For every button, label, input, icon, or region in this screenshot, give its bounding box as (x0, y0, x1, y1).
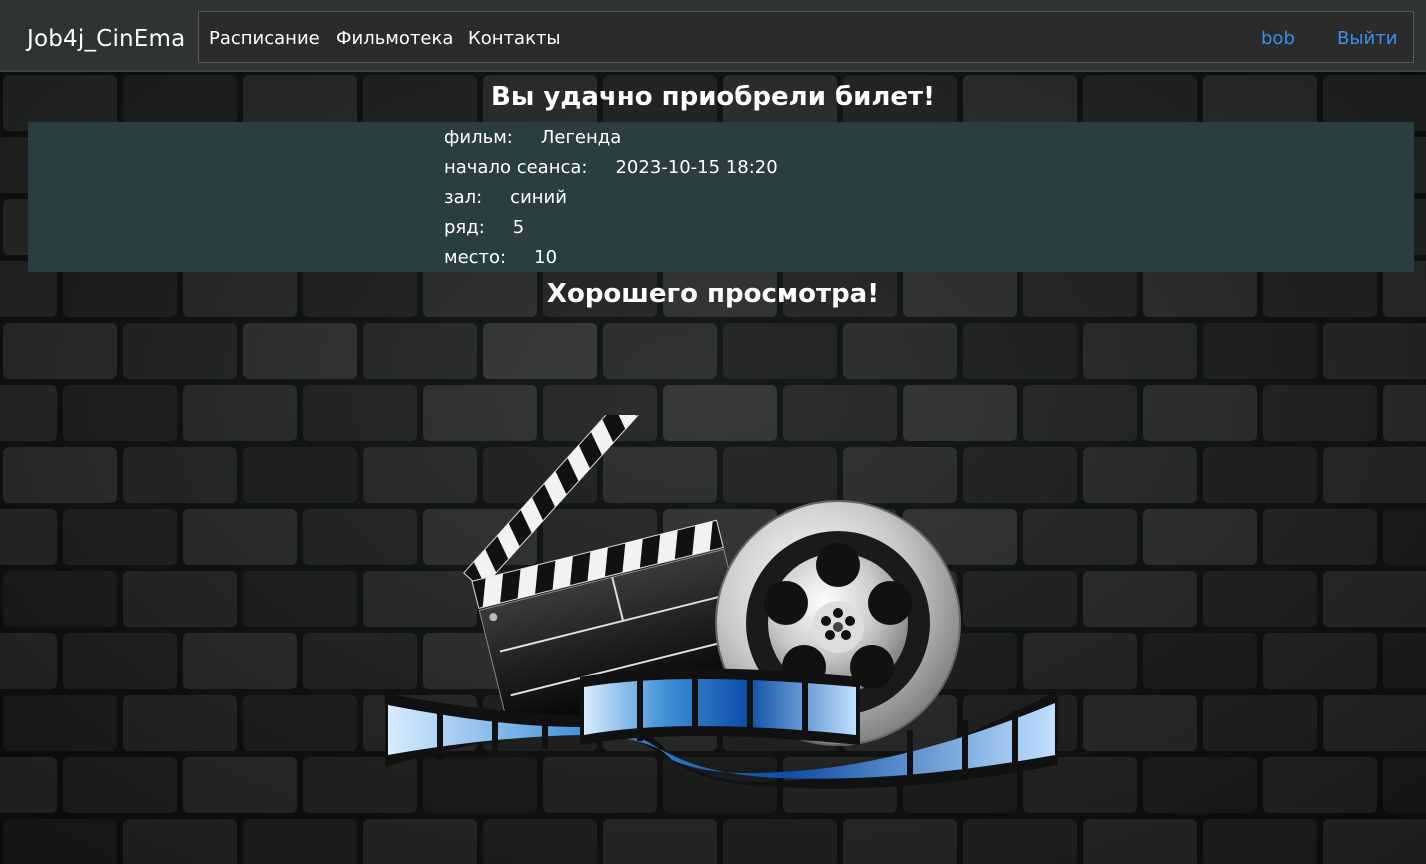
ticket-label-row: ряд: (444, 217, 485, 238)
ticket-label-film: фильм: (444, 127, 513, 148)
ticket-details-panel: фильм: Легенда начало сеанса: 2023-10-15 1… (28, 122, 1414, 272)
ticket-row-session-start: начало сеанса: 2023-10-15 18:20 (444, 153, 778, 183)
user-name-link[interactable]: bob (1261, 27, 1295, 51)
ticket-value-row: 5 (512, 217, 525, 238)
nav-menu: Расписание Фильмотека Контакты bob Выйти (198, 11, 1414, 63)
ticket-value-seat: 10 (534, 247, 558, 268)
nav-link-film-library[interactable]: Фильмотека (336, 27, 453, 51)
ticket-row-film: фильм: Легенда (444, 123, 621, 153)
ticket-label-session-start: начало сеанса: (444, 157, 588, 178)
ticket-row-row: ряд: 5 (444, 213, 524, 243)
logout-link[interactable]: Выйти (1337, 27, 1397, 51)
farewell-message: Хорошего просмотра! (546, 279, 880, 309)
ticket-value-session-start: 2023-10-15 18:20 (615, 157, 778, 178)
nav-link-contacts[interactable]: Контакты (468, 27, 561, 51)
page-title: Вы удачно приобрели билет! (491, 82, 935, 112)
ticket-label-hall: зал: (444, 187, 483, 208)
ticket-value-film: Легенда (540, 127, 622, 148)
ticket-row-seat: место: 10 (444, 243, 557, 273)
ticket-label-seat: место: (444, 247, 507, 268)
film-strip (385, 668, 1058, 789)
nav-link-schedule[interactable]: Расписание (209, 27, 320, 51)
brand-logo[interactable]: Job4j_CinEma (27, 24, 185, 54)
ticket-row-hall: зал: синий (444, 183, 567, 213)
clapperboard-film-reel-icon (385, 415, 1058, 789)
navbar: Job4j_CinEma Расписание Фильмотека Конта… (0, 0, 1426, 72)
ticket-value-hall: синий (510, 187, 567, 208)
